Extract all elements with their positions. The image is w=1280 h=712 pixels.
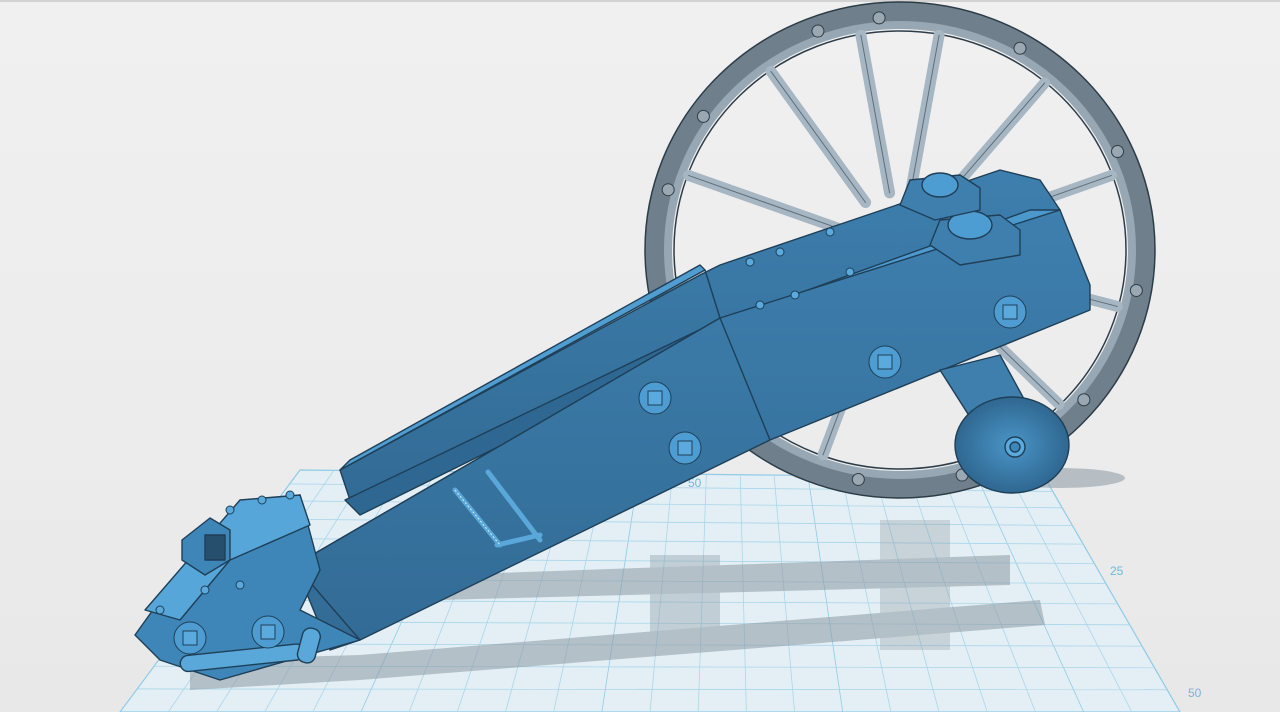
rim-bolt (872, 11, 886, 25)
rim-bolt (661, 183, 675, 197)
rivet (225, 505, 235, 515)
rim-bolt (851, 472, 865, 486)
rivet (235, 580, 245, 590)
grid-label-25-side: 25 (1110, 564, 1124, 578)
rivet (745, 257, 755, 267)
spoke-edge (909, 34, 940, 194)
rim-bolt (1077, 393, 1091, 407)
bolt-head (182, 630, 198, 646)
spoke-edge (770, 70, 867, 203)
bolt-head (677, 440, 693, 456)
rivet (790, 290, 800, 300)
rivet (825, 227, 835, 237)
rim-bolt (1111, 145, 1125, 159)
spoke-edge (860, 34, 891, 194)
3d-viewport[interactable]: 50 25 50 (0, 0, 1280, 712)
rim-bolt (1129, 283, 1143, 297)
bolt-head (877, 354, 893, 370)
rivet (155, 605, 165, 615)
bolt-head (1002, 304, 1018, 320)
scene-canvas[interactable]: 50 25 50 (0, 0, 1280, 712)
bolt-head (647, 390, 663, 406)
rivet (755, 300, 765, 310)
rim-bolt (811, 24, 825, 38)
grid-label-50-side: 50 (1188, 686, 1202, 700)
rim-bolt (696, 109, 710, 123)
shadow-strut (650, 555, 720, 650)
rivet (285, 490, 295, 500)
rivet (257, 495, 267, 505)
spoke-edge (688, 174, 845, 231)
rivet (775, 247, 785, 257)
rivet (845, 267, 855, 277)
rim-bolt (1013, 41, 1027, 55)
rivet (200, 585, 210, 595)
shadow-strut-2 (880, 520, 950, 650)
bolt-head (260, 624, 276, 640)
